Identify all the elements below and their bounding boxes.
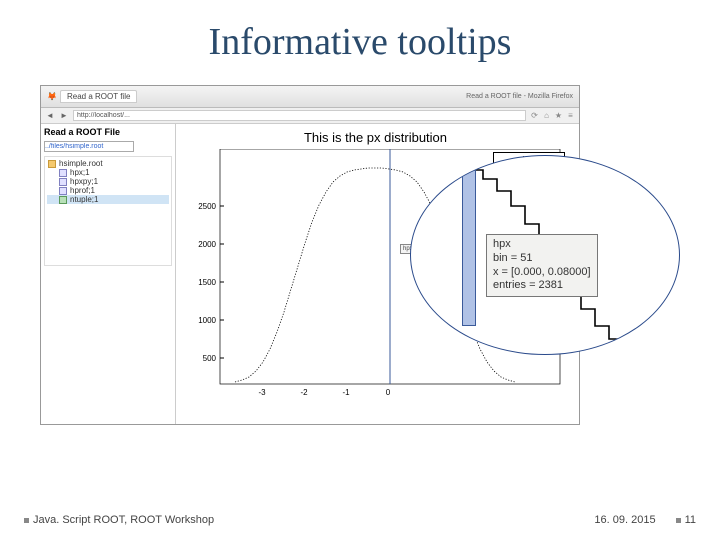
ntuple-icon <box>59 196 67 204</box>
footer-left: Java. Script ROOT, ROOT Workshop <box>33 514 214 526</box>
tooltip-entries: entries = 2381 <box>493 279 591 293</box>
folder-icon <box>48 160 56 168</box>
tree-item[interactable]: hpxpy;1 <box>47 177 169 186</box>
tree-item-label: hpx;1 <box>70 168 90 177</box>
tooltip-name: hpx <box>493 238 591 252</box>
slide-footer: Java. Script ROOT, ROOT Workshop 16. 09.… <box>0 514 720 526</box>
svg-text:0: 0 <box>386 388 391 397</box>
tree-item[interactable]: ntuple;1 <box>47 195 169 204</box>
svg-text:500: 500 <box>203 354 217 363</box>
url-input[interactable] <box>73 110 526 121</box>
svg-text:2500: 2500 <box>198 202 216 211</box>
footer-page: 11 <box>685 514 696 526</box>
tree-item[interactable]: hpx;1 <box>47 168 169 177</box>
plot-title: This is the px distribution <box>180 130 571 145</box>
tooltip-bin: bin = 51 <box>493 252 591 266</box>
slide-title: Informative tooltips <box>0 0 720 64</box>
bullet-icon <box>676 518 681 523</box>
file-path-input[interactable] <box>44 141 134 152</box>
sidebar: Read a ROOT File hsimple.root hpx;1 <box>41 124 176 424</box>
svg-text:2000: 2000 <box>198 240 216 249</box>
browser-toolbar: ◄ ► ⟳ ⌂ ★ ≡ <box>41 108 579 124</box>
firefox-icon: 🦊 <box>47 92 56 101</box>
svg-text:-1: -1 <box>342 388 350 397</box>
svg-text:1500: 1500 <box>198 278 216 287</box>
back-icon[interactable]: ◄ <box>45 111 55 121</box>
menu-icon[interactable]: ≡ <box>566 111 575 120</box>
tree-root[interactable]: hsimple.root <box>47 159 169 168</box>
tree-item-label: hprof;1 <box>70 186 95 195</box>
file-tree: hsimple.root hpx;1 hpxpy;1 hprof;1 <box>44 156 172 266</box>
tree-item-label: hsimple.root <box>59 159 103 168</box>
forward-icon[interactable]: ► <box>59 111 69 121</box>
hist-icon <box>59 187 67 195</box>
tree-item-label: ntuple;1 <box>70 195 98 204</box>
svg-text:1000: 1000 <box>198 316 216 325</box>
footer-date: 16. 09. 2015 <box>594 514 655 526</box>
bookmark-icon[interactable]: ★ <box>554 111 563 120</box>
highlighted-bin <box>462 156 476 326</box>
svg-text:-2: -2 <box>300 388 308 397</box>
home-icon[interactable]: ⌂ <box>542 111 551 120</box>
hist-icon <box>59 169 67 177</box>
hist-icon <box>59 178 67 186</box>
browser-title-bar: 🦊 Read a ROOT file Read a ROOT file - Mo… <box>41 86 579 108</box>
zoom-tooltip: hpx bin = 51 x = [0.000, 0.08000] entrie… <box>486 234 598 297</box>
window-title: Read a ROOT file - Mozilla Firefox <box>466 93 573 100</box>
bullet-icon <box>24 518 29 523</box>
tree-item[interactable]: hprof;1 <box>47 186 169 195</box>
tooltip-x: x = [0.000, 0.08000] <box>493 266 591 280</box>
zoom-callout: hpx bin = 51 x = [0.000, 0.08000] entrie… <box>410 155 680 355</box>
sidebar-title: Read a ROOT File <box>44 127 172 137</box>
tree-item-label: hpxpy;1 <box>70 177 98 186</box>
svg-text:-3: -3 <box>258 388 266 397</box>
reload-icon[interactable]: ⟳ <box>530 111 539 120</box>
browser-tab[interactable]: Read a ROOT file <box>60 90 137 103</box>
